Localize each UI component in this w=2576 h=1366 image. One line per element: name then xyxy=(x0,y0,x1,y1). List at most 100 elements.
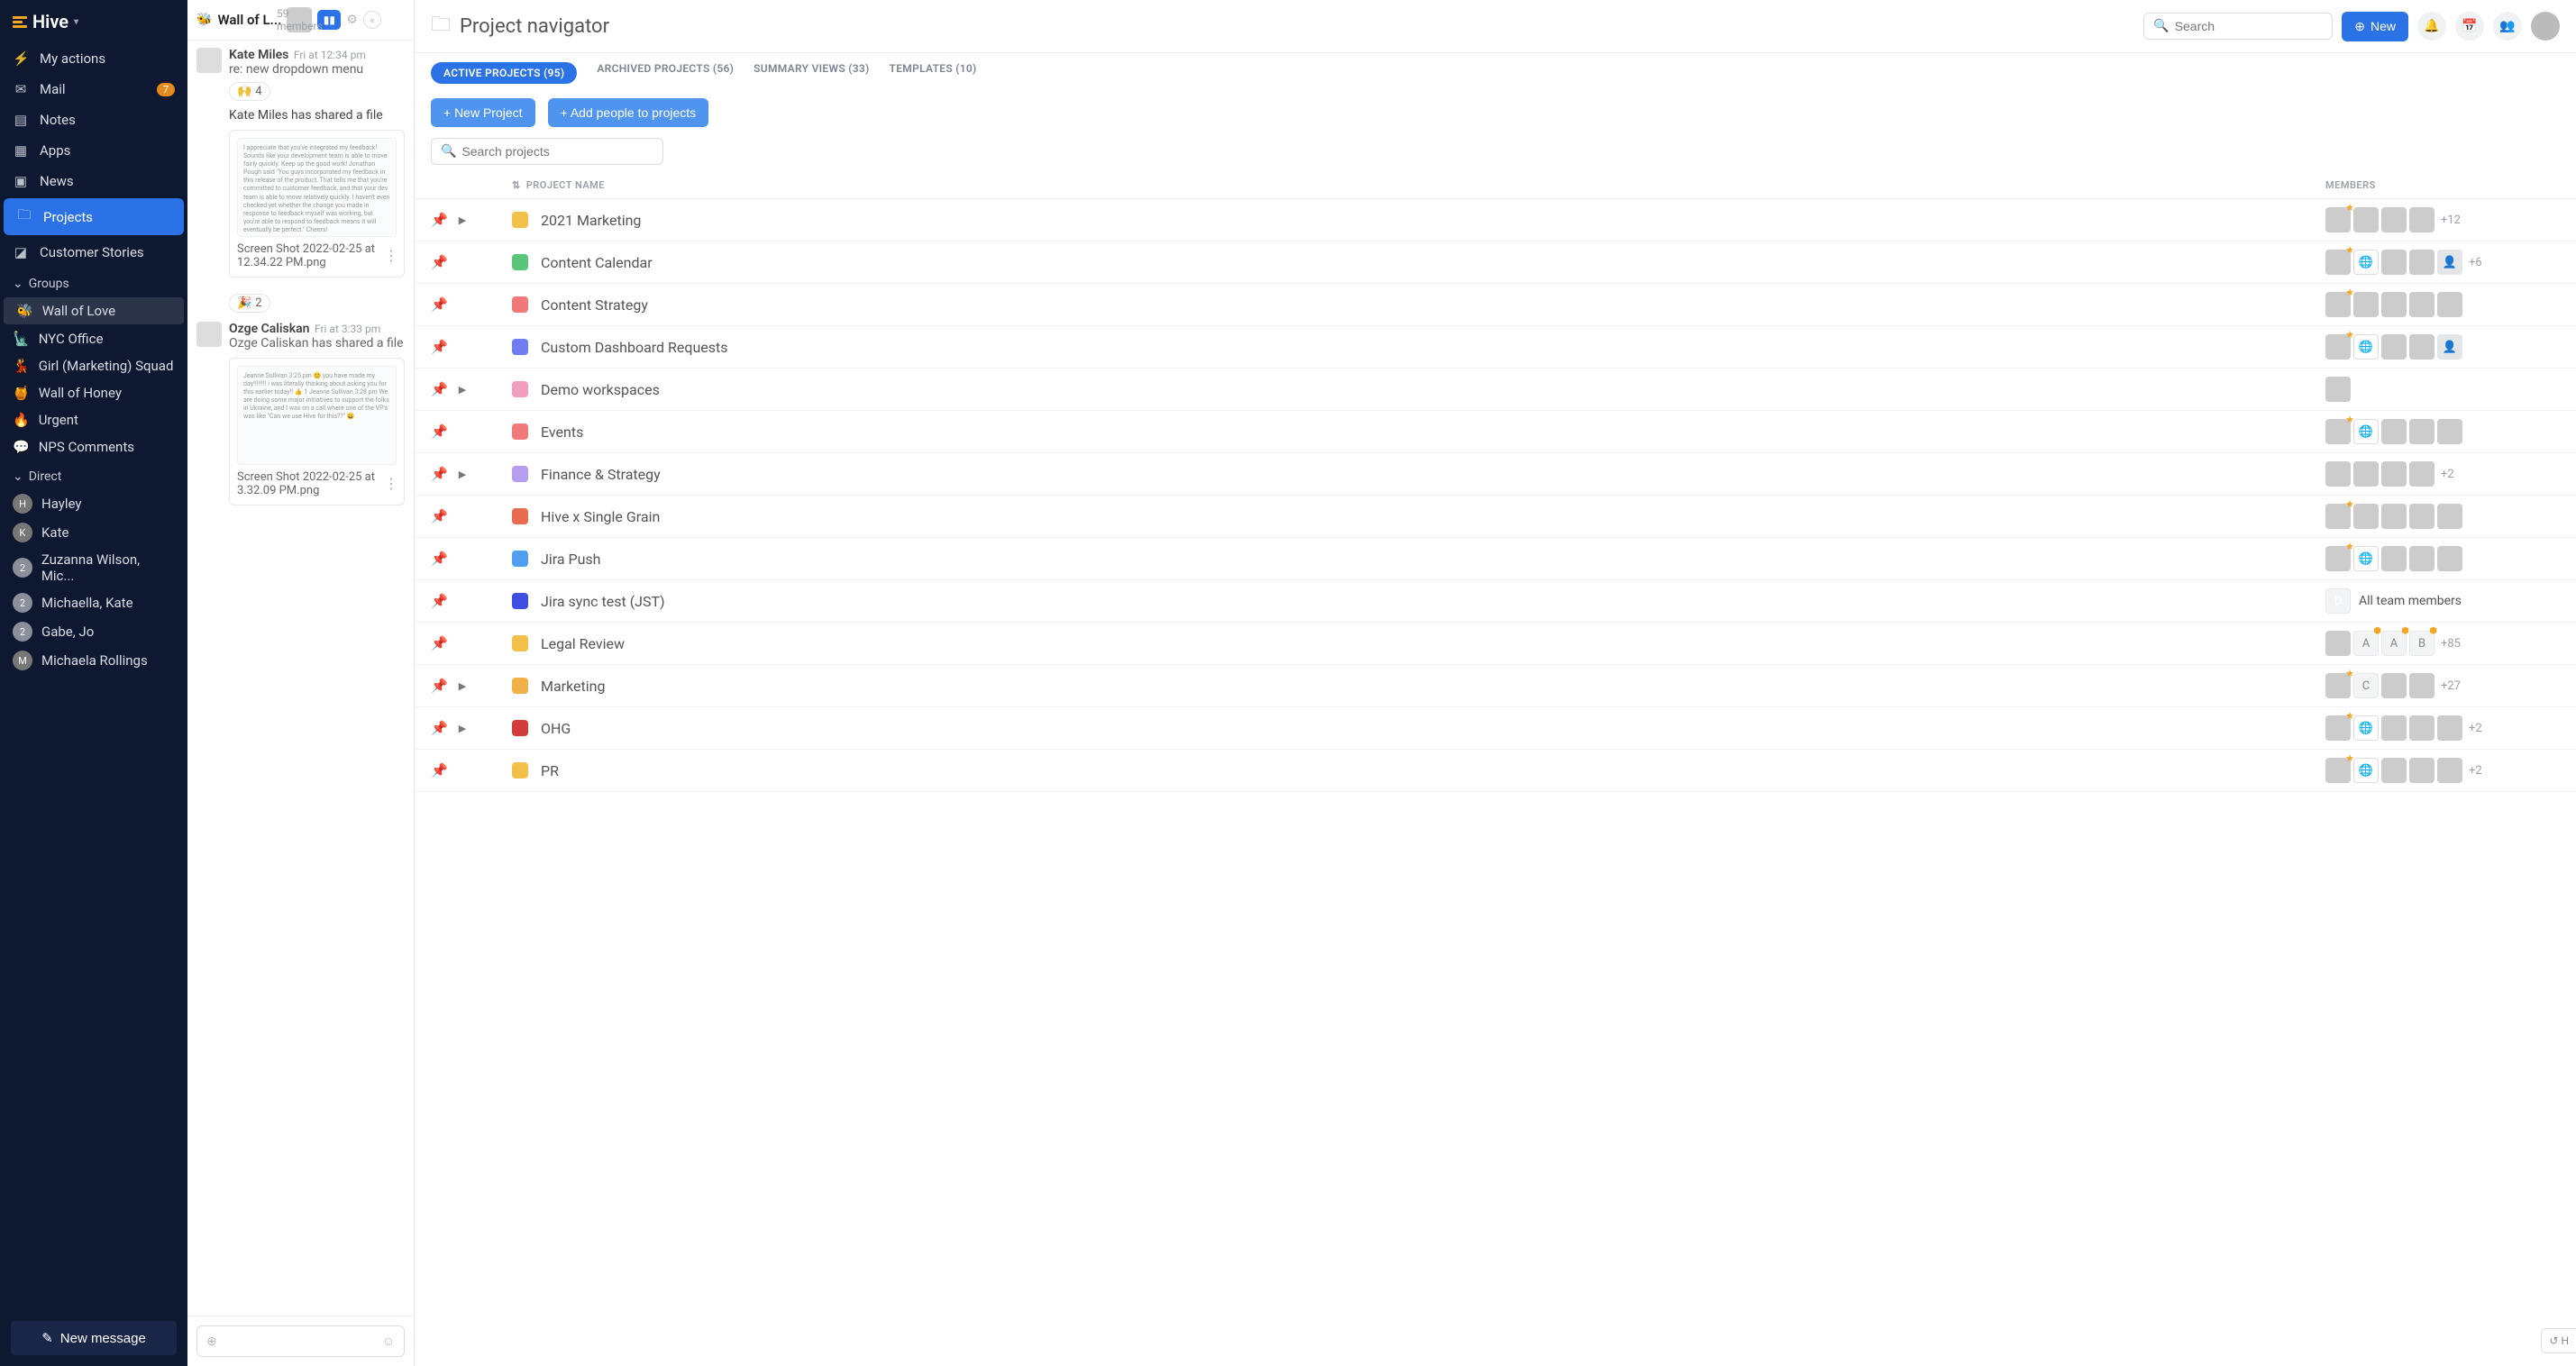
member-avatar[interactable] xyxy=(2325,631,2351,656)
avatar[interactable] xyxy=(2531,12,2560,41)
more-count[interactable]: +2 xyxy=(2469,764,2482,778)
global-search[interactable]: 🔍 xyxy=(2143,13,2333,40)
member-avatar[interactable] xyxy=(2409,673,2434,698)
member-avatar[interactable] xyxy=(2325,250,2351,275)
member-avatar[interactable] xyxy=(2325,504,2351,529)
message-composer[interactable]: ⊕ ☺ xyxy=(196,1325,405,1357)
pin-icon[interactable]: 📌 xyxy=(431,762,448,779)
file-card[interactable]: Jeanne Sullivan 3:25 pm 😊 you have made … xyxy=(229,358,405,505)
new-project-button[interactable]: + New Project xyxy=(431,98,535,127)
member-avatar[interactable] xyxy=(2381,334,2407,360)
member-avatar[interactable] xyxy=(2353,207,2379,232)
reaction[interactable]: 🎉2 xyxy=(229,294,270,313)
pin-icon[interactable]: 📌 xyxy=(431,212,448,228)
member-avatar[interactable] xyxy=(2325,419,2351,444)
gear-icon[interactable]: ⚙ xyxy=(346,13,358,27)
pin-icon[interactable]: 📌 xyxy=(431,339,448,355)
member-avatar[interactable] xyxy=(2381,715,2407,741)
bell-icon[interactable]: 🔔 xyxy=(2417,12,2446,41)
member-avatar[interactable] xyxy=(2437,546,2462,571)
pin-icon[interactable]: 📌 xyxy=(431,381,448,397)
chevron-right-icon[interactable]: ▶ xyxy=(459,680,466,692)
sort-icon[interactable]: ⇅ xyxy=(512,179,521,191)
new-message-button[interactable]: ✎ New message xyxy=(11,1321,177,1355)
sidebar-item-notes[interactable]: ▤Notes xyxy=(0,105,187,135)
pin-icon[interactable]: 📌 xyxy=(431,551,448,567)
pin-icon[interactable]: 📌 xyxy=(431,254,448,270)
member-avatar[interactable] xyxy=(2381,504,2407,529)
member-avatar[interactable] xyxy=(2409,758,2434,783)
project-name[interactable]: Jira Push xyxy=(541,551,600,568)
dm-item[interactable]: 2Gabe, Jo xyxy=(0,617,187,646)
chevron-right-icon[interactable]: ▶ xyxy=(459,214,466,226)
tab[interactable]: ACTIVE PROJECTS (95) xyxy=(431,62,577,84)
member-avatar[interactable] xyxy=(2381,461,2407,487)
more-count[interactable]: +2 xyxy=(2441,468,2454,481)
member-avatar[interactable] xyxy=(2381,250,2407,275)
more-icon[interactable]: ⋮ xyxy=(384,475,398,492)
member-avatar[interactable] xyxy=(2353,292,2379,317)
project-name[interactable]: PR xyxy=(541,762,559,779)
project-row[interactable]: 📌 ▶ Content Strategy xyxy=(415,284,2576,326)
group-item[interactable]: 🐝Wall of Love xyxy=(4,297,184,324)
project-row[interactable]: 📌 ▶ Jira sync test (JST) DAll team membe… xyxy=(415,580,2576,623)
member-avatar[interactable]: 🌐 xyxy=(2353,546,2379,571)
member-avatar[interactable] xyxy=(2325,461,2351,487)
project-name[interactable]: Events xyxy=(541,423,583,441)
project-name[interactable]: Jira sync test (JST) xyxy=(541,593,665,610)
member-avatar[interactable] xyxy=(2409,250,2434,275)
project-name[interactable]: Content Calendar xyxy=(541,254,653,271)
member-avatar[interactable]: 🌐 xyxy=(2353,419,2379,444)
pin-icon[interactable]: 📌 xyxy=(431,508,448,524)
pin-icon[interactable]: 📌 xyxy=(431,296,448,313)
member-avatar[interactable]: 🌐 xyxy=(2353,250,2379,275)
member-avatar[interactable] xyxy=(2437,758,2462,783)
author[interactable]: Ozge Caliskan xyxy=(229,322,309,336)
more-count[interactable]: +2 xyxy=(2469,722,2482,735)
group-item[interactable]: 💃Girl (Marketing) Squad xyxy=(0,352,187,379)
member-avatar[interactable] xyxy=(2381,758,2407,783)
project-search-input[interactable] xyxy=(461,144,653,159)
member-avatar[interactable] xyxy=(2381,292,2407,317)
member-avatar[interactable]: 🌐 xyxy=(2353,758,2379,783)
author[interactable]: Kate Miles xyxy=(229,48,288,62)
channel-title[interactable]: Wall of L... xyxy=(217,12,281,28)
pin-icon[interactable]: 📌 xyxy=(431,466,448,482)
project-row[interactable]: 📌 ▶ PR 🌐+2 xyxy=(415,750,2576,792)
member-avatar[interactable] xyxy=(2409,715,2434,741)
member-avatar[interactable] xyxy=(2353,504,2379,529)
col-project-name[interactable]: PROJECT NAME xyxy=(526,179,605,191)
member-avatar[interactable]: D xyxy=(2325,588,2351,614)
project-row[interactable]: 📌 ▶ OHG 🌐+2 xyxy=(415,707,2576,750)
direct-header[interactable]: ⌄ Direct xyxy=(0,460,187,489)
project-row[interactable]: 📌 ▶ Legal Review AAB+85 xyxy=(415,623,2576,665)
member-avatar[interactable]: 🌐 xyxy=(2353,715,2379,741)
member-avatar[interactable]: 🌐 xyxy=(2353,334,2379,360)
project-name[interactable]: Finance & Strategy xyxy=(541,466,661,483)
project-name[interactable]: Marketing xyxy=(541,678,605,695)
member-avatar[interactable]: A xyxy=(2381,631,2407,656)
more-count[interactable]: +27 xyxy=(2441,679,2461,693)
member-count[interactable]: 59 members xyxy=(287,7,312,32)
member-avatar[interactable] xyxy=(2409,334,2434,360)
group-item[interactable]: 🔥Urgent xyxy=(0,406,187,433)
project-row[interactable]: 📌 ▶ 2021 Marketing +12 xyxy=(415,199,2576,241)
new-button[interactable]: ⊕ New xyxy=(2342,12,2408,41)
member-avatar[interactable] xyxy=(2409,504,2434,529)
pin-icon[interactable]: 📌 xyxy=(431,593,448,609)
member-avatar[interactable] xyxy=(2325,292,2351,317)
project-search[interactable]: 🔍 xyxy=(431,138,663,165)
project-name[interactable]: Hive x Single Grain xyxy=(541,508,660,525)
project-name[interactable]: Custom Dashboard Requests xyxy=(541,339,728,356)
add-people-button[interactable]: + Add people to projects xyxy=(548,98,709,127)
history-button[interactable]: ↺ H xyxy=(2541,1328,2576,1353)
member-avatar[interactable]: B xyxy=(2409,631,2434,656)
project-name[interactable]: Demo workspaces xyxy=(541,381,660,398)
more-count[interactable]: +85 xyxy=(2441,637,2461,651)
sidebar-item-apps[interactable]: ▦Apps xyxy=(0,135,187,166)
collapse-icon[interactable]: « xyxy=(363,11,381,29)
emoji-icon[interactable]: ☺ xyxy=(382,1334,395,1349)
project-row[interactable]: 📌 ▶ Marketing C+27 xyxy=(415,665,2576,707)
chevron-right-icon[interactable]: ▶ xyxy=(459,469,466,480)
member-avatar[interactable]: 👤 xyxy=(2437,334,2462,360)
